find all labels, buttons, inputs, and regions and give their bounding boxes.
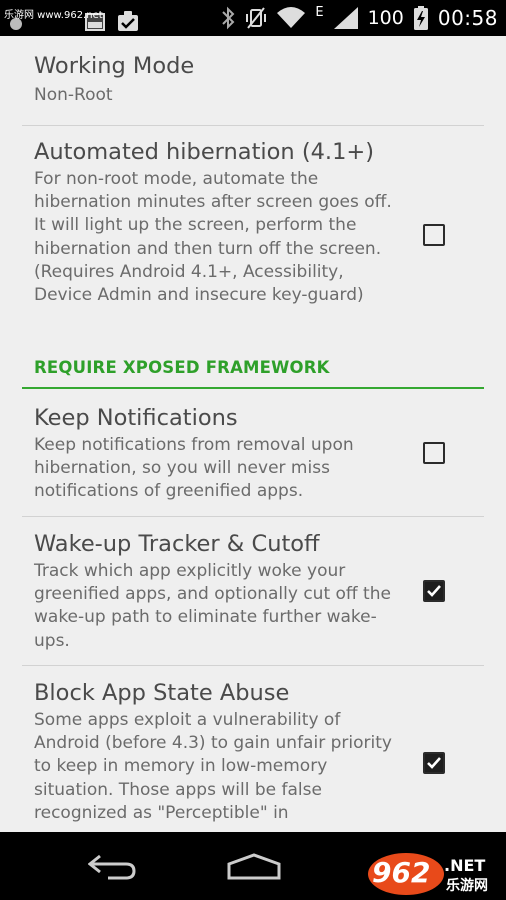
vibrate-off-icon [246, 7, 267, 29]
pref-summary: Keep notifications from removal upon hib… [34, 435, 354, 502]
divider [22, 516, 484, 517]
wakeup-tracker-checkbox[interactable] [423, 580, 445, 602]
home-icon[interactable] [226, 852, 282, 882]
pref-title: Wake-up Tracker & Cutoff [34, 531, 320, 557]
pref-summary: Track which app explicitly woke your gre… [34, 561, 391, 651]
automated-hibernation-checkbox[interactable] [423, 224, 445, 246]
pref-summary: Some apps exploit a vulnerability of And… [34, 710, 392, 823]
navigation-bar: 962 .NET 乐游网 [0, 832, 506, 900]
pref-title: Keep Notifications [34, 405, 238, 431]
network-type-label: E [315, 4, 324, 20]
battery-charging-icon [413, 6, 428, 30]
keep-notifications-checkbox[interactable] [423, 442, 445, 464]
category-header: REQUIRE XPOSED FRAMEWORK [34, 358, 330, 377]
battery-percent: 100 [367, 7, 404, 29]
logo-cn: 乐游网 [446, 877, 488, 894]
pref-block-app-state-abuse[interactable]: Block App State Abuse Some apps exploit … [22, 679, 484, 825]
logo-number: 962 [372, 856, 430, 889]
pref-automated-hibernation[interactable]: Automated hibernation (4.1+) For non-roo… [22, 138, 484, 307]
wifi-icon [277, 7, 306, 28]
pref-title: Automated hibernation (4.1+) [34, 139, 375, 165]
status-bar: 乐游网 www.962.net E 100 00:58 [0, 0, 506, 36]
pref-title: Block App State Abuse [34, 680, 290, 706]
clock: 00:58 [437, 6, 498, 30]
signal-icon [333, 7, 358, 29]
logo-net: .NET [444, 856, 485, 875]
pref-wakeup-tracker[interactable]: Wake-up Tracker & Cutoff Track which app… [22, 530, 484, 653]
settings-list[interactable]: Working Mode Non-Root Automated hibernat… [0, 36, 506, 832]
pref-summary: For non-root mode, automate the hibernat… [34, 169, 392, 306]
checkmark-icon [427, 757, 441, 769]
bluetooth-icon [222, 6, 235, 30]
status-bar-right: E 100 00:58 [221, 0, 498, 36]
task-notification-icon [118, 11, 138, 31]
watermark-logo: 962 .NET 乐游网 [366, 850, 500, 896]
back-icon[interactable] [88, 852, 138, 882]
logo-962-net: 962 .NET 乐游网 [368, 853, 488, 895]
divider [22, 125, 484, 126]
pref-working-mode[interactable]: Working Mode Non-Root [22, 52, 484, 107]
checkmark-icon [427, 585, 441, 597]
pref-title: Working Mode [34, 53, 195, 79]
divider [22, 665, 484, 666]
pref-summary: Non-Root [34, 85, 113, 105]
pref-keep-notifications[interactable]: Keep Notifications Keep notifications fr… [22, 404, 484, 504]
watermark-text: 乐游网 www.962.net [4, 10, 103, 21]
category-divider [22, 387, 484, 389]
block-app-state-abuse-checkbox[interactable] [423, 752, 445, 774]
